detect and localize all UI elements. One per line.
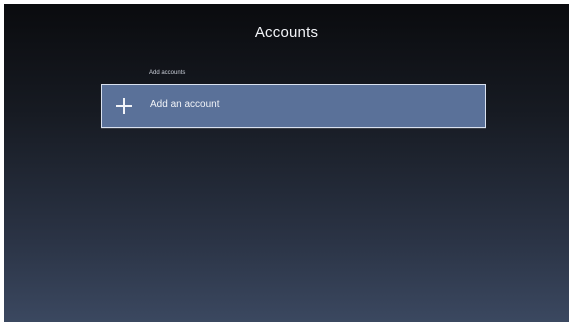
add-account-button[interactable]: Add an account — [101, 84, 486, 128]
add-account-label: Add an account — [150, 99, 220, 110]
accounts-screen: Accounts Add accounts Add an account — [4, 4, 569, 322]
page-title: Accounts — [254, 24, 319, 41]
plus-icon — [116, 98, 132, 114]
add-accounts-section-label: Add accounts — [149, 70, 186, 76]
